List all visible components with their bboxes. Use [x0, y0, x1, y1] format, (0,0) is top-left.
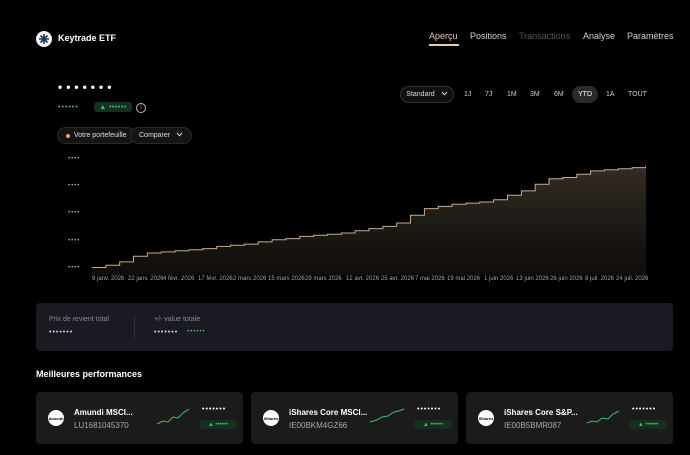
period-3m[interactable]: 3M: [530, 91, 540, 98]
portfolio-toggle[interactable]: Votre portefeuille: [57, 127, 136, 144]
performer-card[interactable]: iShares iShares Core MSCI... IE00BKM4GZ6…: [251, 392, 458, 444]
performer-name: iShares Core MSCI...: [289, 408, 368, 417]
active-tab-indicator: [429, 44, 459, 46]
x-tick-label: 15 mars 2026: [268, 276, 305, 282]
performer-value: •••••••: [417, 406, 442, 413]
performer-card[interactable]: Amundi Amundi MSCI... LU1681045370 •••••…: [36, 392, 243, 444]
x-tick-label: 2 mars 2026: [233, 276, 267, 282]
view-mode-label: Standard: [406, 91, 435, 98]
portfolio-chart[interactable]: [92, 160, 646, 275]
performer-value: •••••••: [202, 406, 227, 413]
total-gain-value: •••••••: [154, 329, 179, 336]
sparkline: [156, 408, 190, 425]
period-1j[interactable]: 1J: [464, 91, 471, 98]
chart-area-fill: [92, 165, 646, 275]
period-1a[interactable]: 1A: [606, 91, 615, 98]
sparkline: [586, 410, 620, 424]
chevron-down-icon: [441, 91, 448, 98]
keytrade-logo-icon: [36, 31, 52, 47]
x-tick-label: 25 avr. 2026: [381, 276, 415, 282]
info-icon[interactable]: i: [136, 103, 146, 113]
y-tick-label: ••••: [68, 183, 81, 189]
portfolio-toggle-label: Votre portefeuille: [74, 132, 127, 139]
portfolio-value: •••••••: [58, 80, 116, 94]
app-title: Keytrade ETF: [58, 33, 117, 43]
x-tick-label: 13 juin 2026: [516, 276, 549, 282]
performer-gain-badge: ▲ ••••••: [414, 420, 452, 429]
performer-gain-badge: ▲ ••••••: [199, 420, 237, 429]
performer-name: Amundi MSCI...: [74, 408, 133, 417]
y-tick-label: ••••: [68, 210, 81, 216]
tab-transactions[interactable]: Transactions: [519, 31, 570, 41]
portfolio-gain: ••••••: [58, 104, 79, 111]
top-performers-title: Meilleures performances: [36, 369, 143, 379]
divider: [134, 316, 135, 338]
total-cost-value: •••••••: [49, 329, 74, 336]
x-tick-label: 1 juin 2026: [484, 276, 514, 282]
performer-isin: IE00BKM4GZ66: [289, 421, 348, 430]
tab-apercu[interactable]: Aperçu: [429, 31, 458, 41]
sparkline: [369, 408, 405, 423]
period-1m[interactable]: 1M: [507, 91, 517, 98]
performer-isin: IE00B5BMR087: [504, 421, 562, 430]
x-tick-label: 12 avr. 2026: [346, 276, 380, 282]
y-tick-label: ••••: [68, 156, 81, 162]
x-tick-label: 24 juil. 2026: [616, 276, 649, 282]
x-tick-label: 19 mai 2026: [447, 276, 481, 282]
total-gain-label: +/- value totale: [154, 316, 201, 323]
period-ytd[interactable]: YTD: [572, 86, 598, 103]
period-tout[interactable]: TOUT: [628, 91, 647, 98]
total-gain-percent: ••••••: [187, 329, 206, 335]
tab-analyse[interactable]: Analyse: [583, 31, 615, 41]
portfolio-color-dot: [66, 133, 70, 138]
chevron-down-icon: [176, 132, 183, 139]
x-tick-label: 7 mai 2026: [415, 276, 445, 282]
cost-summary-card: [36, 303, 673, 351]
performer-name: iShares Core S&P...: [504, 408, 578, 417]
x-tick-label: 22 janv. 2026: [128, 276, 164, 282]
tab-parametres[interactable]: Paramètres: [627, 31, 674, 41]
ishares-logo-icon: iShares: [263, 410, 279, 426]
x-tick-label: 17 févr. 2026: [198, 276, 233, 282]
period-6m[interactable]: 6M: [554, 91, 564, 98]
performer-isin: LU1681045370: [74, 421, 129, 430]
x-tick-label: 4 févr. 2026: [163, 276, 195, 282]
performer-card[interactable]: iShares iShares Core S&P... IE00B5BMR087…: [466, 392, 673, 444]
view-mode-dropdown[interactable]: Standard: [400, 86, 454, 103]
compare-dropdown[interactable]: Comparer: [130, 127, 193, 144]
total-cost-label: Prix de revient total: [49, 316, 109, 323]
amundi-logo-icon: Amundi: [48, 410, 64, 426]
compare-label: Comparer: [139, 132, 171, 139]
performer-gain-badge: ▲ ••••••: [629, 420, 667, 429]
y-tick-label: ••••: [68, 238, 81, 244]
ishares-logo-icon: iShares: [478, 410, 494, 426]
tab-positions[interactable]: Positions: [470, 31, 507, 41]
x-tick-label: 26 juin 2026: [550, 276, 583, 282]
period-7j[interactable]: 7J: [485, 91, 492, 98]
x-tick-label: 9 janv. 2026: [92, 276, 125, 282]
y-tick-label: ••••: [68, 265, 81, 271]
x-tick-label: 29 mars 2026: [305, 276, 342, 282]
performer-value: •••••••: [632, 406, 657, 413]
gain-badge: ▲ ••••••: [94, 102, 132, 112]
x-tick-label: 8 juil. 2026: [585, 276, 615, 282]
